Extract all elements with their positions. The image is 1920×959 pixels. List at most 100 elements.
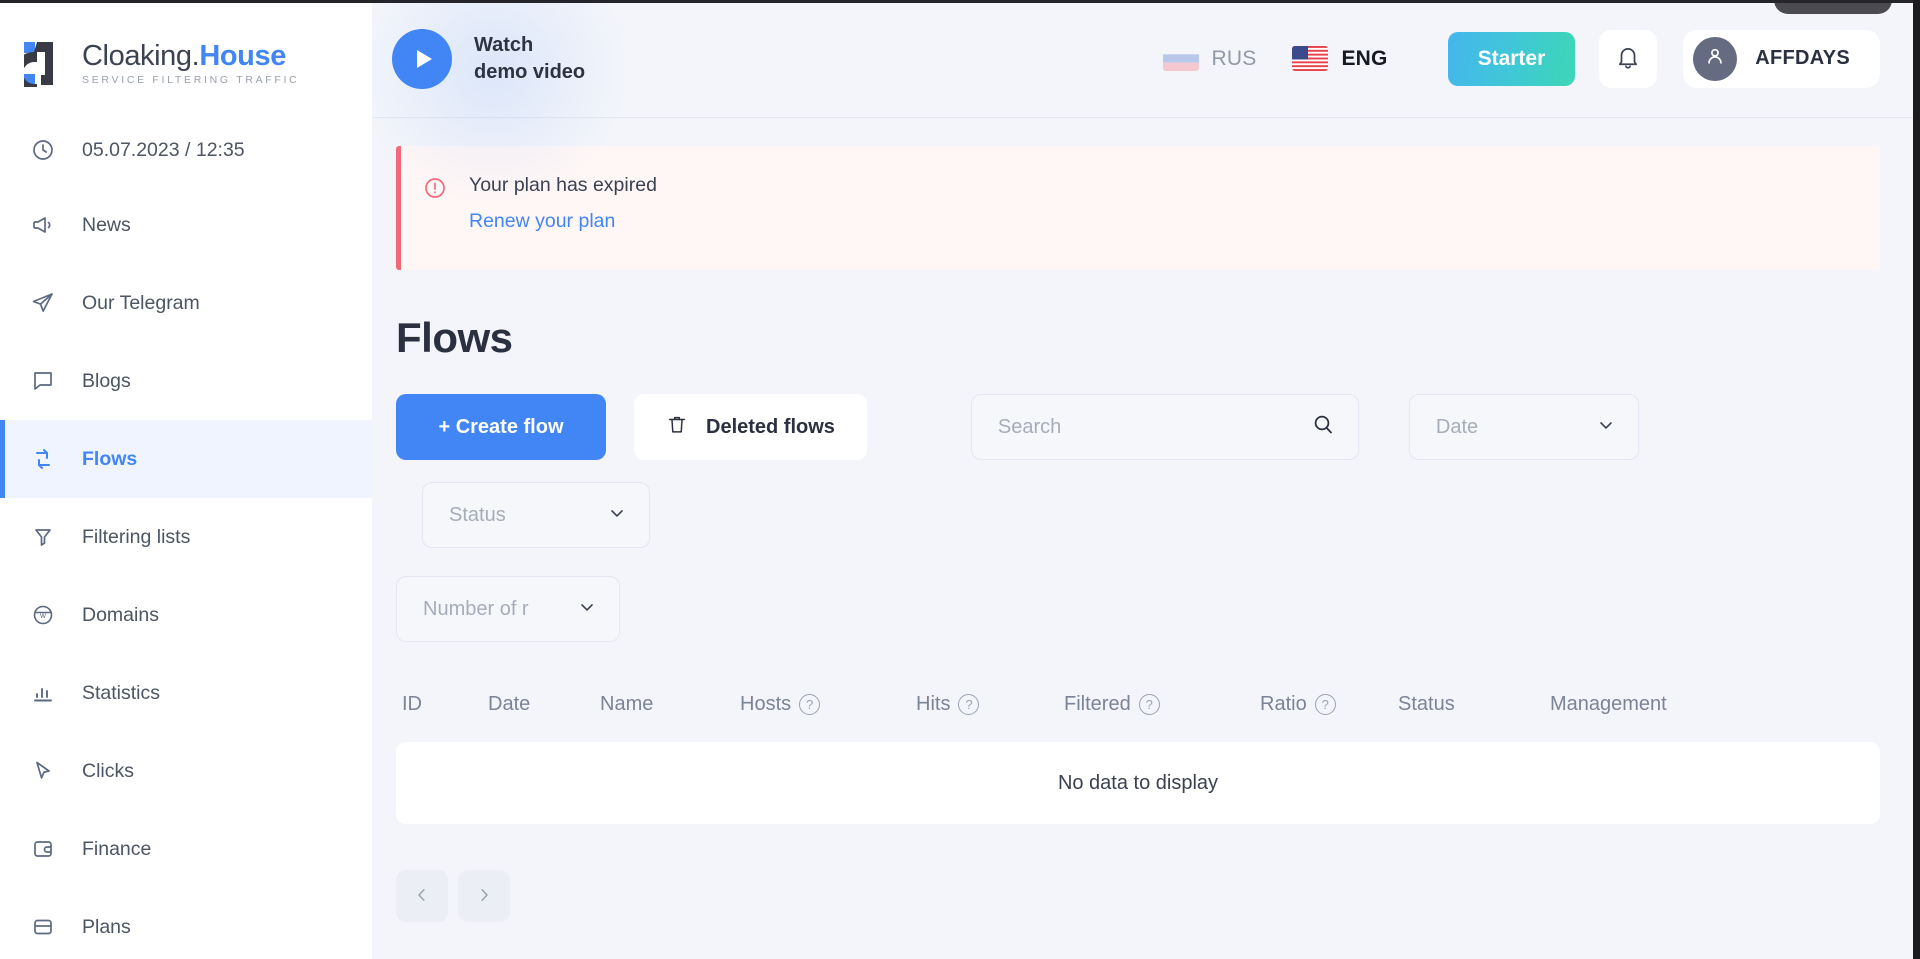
- pagination-next-button[interactable]: [458, 870, 510, 922]
- create-flow-button[interactable]: + Create flow: [396, 394, 606, 460]
- language-switch-rus[interactable]: RUS: [1145, 46, 1275, 71]
- app-root: Cloaking.House SERVICE FILTERING TRAFFIC…: [0, 0, 1920, 959]
- sidebar-item-label: Flows: [82, 447, 138, 470]
- chevron-down-icon: [607, 503, 627, 528]
- deleted-flows-label: Deleted flows: [706, 415, 835, 438]
- notifications-button[interactable]: [1599, 29, 1658, 88]
- megaphone-icon: [30, 212, 56, 238]
- wallet-icon: [30, 836, 56, 862]
- alert-title: Your plan has expired: [469, 174, 657, 196]
- table-empty-state: No data to display: [396, 742, 1880, 824]
- date-filter-value: Date: [1435, 415, 1479, 438]
- chevron-down-icon: [1596, 415, 1616, 440]
- sidebar-item-label: Statistics: [82, 681, 161, 704]
- flows-toolbar: + Create flow Deleted flows Date: [396, 394, 1880, 548]
- play-icon: [392, 28, 452, 89]
- plan-starter-button[interactable]: Starter: [1447, 31, 1576, 86]
- trash-icon: [666, 413, 688, 442]
- sidebar-nav: 05.07.2023 / 12:35 News Our Telegram Blo…: [0, 114, 372, 959]
- bar-chart-icon: [30, 680, 56, 706]
- brand-name: Cloaking.House: [82, 39, 286, 72]
- svg-text:w: w: [39, 611, 46, 620]
- deleted-flows-button[interactable]: Deleted flows: [634, 394, 867, 460]
- sidebar-item-flows[interactable]: Flows: [0, 420, 372, 498]
- sidebar-item-our-telegram[interactable]: Our Telegram: [0, 264, 372, 342]
- plan-expired-alert: Your plan has expired Renew your plan: [396, 146, 1880, 270]
- rows-per-page-select[interactable]: Number of r: [396, 576, 620, 642]
- alert-circle-icon: [423, 176, 447, 240]
- help-icon[interactable]: ?: [1314, 693, 1336, 715]
- globe-icon: w: [30, 602, 56, 628]
- language-switch-eng[interactable]: ENG: [1274, 46, 1405, 71]
- watch-line-1: Watch: [474, 33, 534, 56]
- alert-body: Your plan has expired Renew your plan: [469, 174, 657, 240]
- watch-line-2: demo video: [474, 60, 586, 83]
- cloaking-house-logo-icon: [13, 41, 68, 94]
- search-input[interactable]: [970, 394, 1359, 460]
- header-controls: RUS ENG Starter AFFDAYS: [1145, 29, 1880, 88]
- filter-icon: [30, 524, 56, 550]
- chevron-left-icon: [413, 886, 431, 907]
- watch-demo-label: Watch demo video: [474, 32, 585, 86]
- column-header-filtered: Filtered ?: [1064, 693, 1260, 716]
- sidebar-item-clicks[interactable]: Clicks: [0, 732, 372, 810]
- chevron-right-icon: [475, 886, 493, 907]
- brand-logo[interactable]: Cloaking.House SERVICE FILTERING TRAFFIC: [0, 0, 372, 100]
- user-name-label: AFFDAYS: [1755, 47, 1850, 69]
- flows-table: ID Date Name Hosts ? Hits ? Filtered ? R…: [396, 684, 1880, 824]
- brand-tagline: SERVICE FILTERING TRAFFIC: [82, 73, 300, 86]
- status-filter-value: Status: [449, 503, 506, 526]
- sidebar-item-label: Finance: [82, 837, 152, 860]
- top-header: Watch demo video RUS ENG Starter AFFDAYS: [372, 0, 1920, 220]
- sidebar-item-label: 05.07.2023 / 12:35: [82, 138, 245, 161]
- column-header-name: Name: [600, 692, 654, 715]
- column-header-id: ID: [402, 692, 422, 715]
- refresh-icon: [30, 446, 56, 472]
- send-icon: [30, 290, 56, 316]
- sidebar-item-plans[interactable]: Plans: [0, 888, 372, 959]
- sidebar-item-label: News: [82, 213, 131, 236]
- sidebar-item-label: Blogs: [82, 369, 131, 392]
- sidebar: Cloaking.House SERVICE FILTERING TRAFFIC…: [0, 0, 372, 959]
- help-icon[interactable]: ?: [799, 693, 821, 715]
- sidebar-item-blogs[interactable]: Blogs: [0, 342, 372, 420]
- column-header-status: Status: [1398, 692, 1455, 715]
- sidebar-item-domains[interactable]: w Domains: [0, 576, 372, 654]
- main-area: Watch demo video RUS ENG Starter AFFDAYS…: [372, 0, 1920, 959]
- cursor-icon: [30, 758, 56, 784]
- help-icon[interactable]: ?: [958, 693, 980, 715]
- flag-ru-icon: [1162, 46, 1199, 71]
- sidebar-item-label: Domains: [82, 603, 159, 626]
- user-icon: [1704, 45, 1726, 72]
- table-header-row: ID Date Name Hosts ? Hits ? Filtered ? R…: [396, 684, 1880, 724]
- renew-plan-link[interactable]: Renew your plan: [469, 210, 615, 233]
- page-title: Flows: [396, 314, 513, 361]
- user-menu-button[interactable]: AFFDAYS: [1683, 29, 1880, 88]
- search-box: [970, 394, 1359, 460]
- flag-us-icon: [1292, 46, 1329, 71]
- sidebar-item-news[interactable]: News: [0, 186, 372, 264]
- sidebar-item-statistics[interactable]: Statistics: [0, 654, 372, 732]
- pagination: [396, 870, 1880, 922]
- column-header-ratio: Ratio ?: [1260, 693, 1398, 716]
- sidebar-item-label: Our Telegram: [82, 291, 200, 314]
- avatar: [1693, 36, 1738, 81]
- date-filter-select[interactable]: Date: [1408, 394, 1639, 460]
- flows-toolbar-row-2: Number of r: [396, 576, 1880, 642]
- sidebar-item-finance[interactable]: Finance: [0, 810, 372, 888]
- search-icon[interactable]: [1311, 413, 1335, 442]
- window-right-edge: [1913, 0, 1920, 959]
- watch-demo-video-button[interactable]: Watch demo video: [392, 28, 585, 89]
- card-icon: [30, 914, 56, 940]
- sidebar-item-filtering-lists[interactable]: Filtering lists: [0, 498, 372, 576]
- column-header-management: Management: [1550, 692, 1667, 715]
- window-top-edge: [0, 0, 1920, 3]
- pagination-prev-button[interactable]: [396, 870, 448, 922]
- chevron-down-icon: [577, 597, 597, 622]
- column-header-hits: Hits ?: [916, 693, 1064, 716]
- language-label: RUS: [1211, 46, 1257, 70]
- help-icon[interactable]: ?: [1138, 693, 1160, 715]
- sidebar-item-label: Filtering lists: [82, 525, 191, 548]
- status-filter-select[interactable]: Status: [422, 482, 650, 548]
- page-content: Your plan has expired Renew your plan Fl…: [372, 118, 1920, 922]
